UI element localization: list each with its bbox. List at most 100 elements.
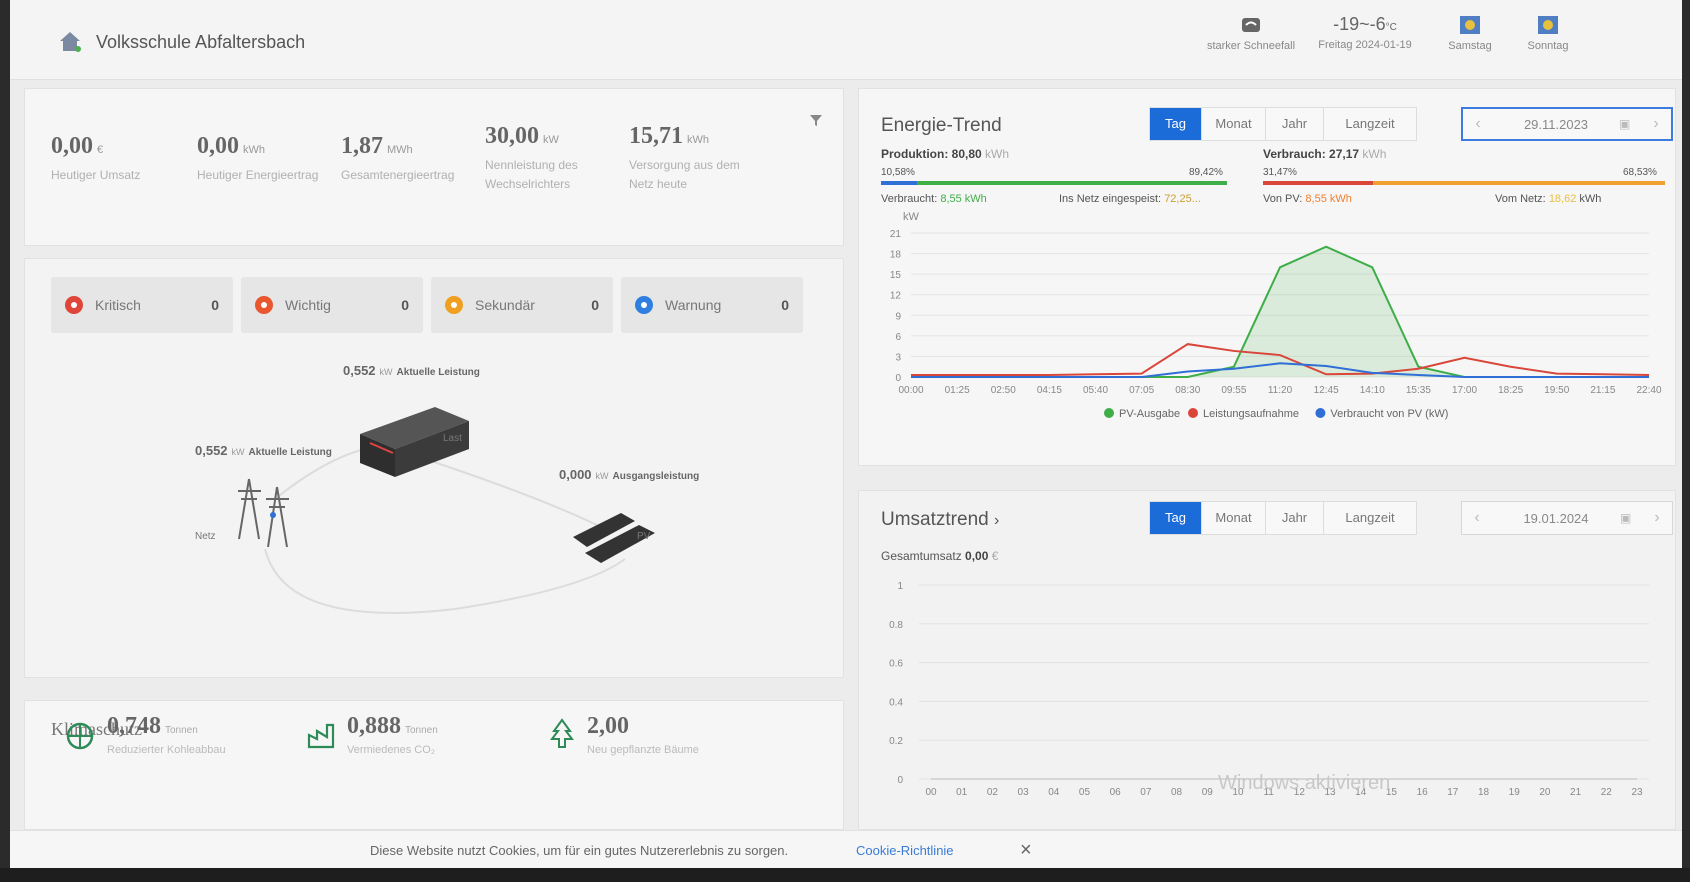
production-value: 80,80 xyxy=(951,147,982,161)
from-pv-value: 8,55 kWh xyxy=(1305,193,1352,205)
pv-power-caption: Ausgangsleistung xyxy=(612,471,700,482)
x-tick-label: 14:10 xyxy=(1360,385,1385,396)
tab-month[interactable]: Monat xyxy=(1202,108,1266,140)
x-tick-label: 17:00 xyxy=(1452,385,1477,396)
from-grid-label: Vom Netz: xyxy=(1495,193,1546,205)
prev-date-icon[interactable]: ‹ xyxy=(1463,115,1493,133)
from-grid-stat: Vom Netz: 18,62 kWh xyxy=(1495,193,1601,205)
climate-panel: Klimaschutz 0,748 Tonnen Reduzierter Kohl… xyxy=(24,700,844,830)
chevron-right-icon: › xyxy=(993,512,1000,529)
prev-date-icon[interactable]: ‹ xyxy=(1462,509,1492,527)
revenue-period-tabs: Tag Monat Jahr Langzeit xyxy=(1149,501,1417,535)
revenue-total-value: 0,00 xyxy=(965,549,989,563)
date-label: Freitag 2024-01-19 xyxy=(1318,39,1412,51)
consumption-bar-grid xyxy=(1373,181,1665,185)
cookie-banner: Diese Website nutzt Cookies, um für ein … xyxy=(10,830,1682,868)
cookie-text: Diese Website nutzt Cookies, um für ein … xyxy=(370,843,789,858)
x-tick-label: 05 xyxy=(1079,787,1091,798)
consumption-value: 27,17 xyxy=(1329,147,1360,161)
snow-cloud-icon xyxy=(1242,18,1260,32)
y-tick-label: 0.2 xyxy=(889,736,903,747)
x-tick-label: 17 xyxy=(1447,787,1459,798)
x-tick-label: 19 xyxy=(1509,787,1521,798)
revenue-trend-title[interactable]: Umsatztrend › xyxy=(881,509,999,531)
sun-icon xyxy=(1538,16,1558,34)
forecast-saturday: Samstag xyxy=(1440,14,1500,52)
x-tick-label: 00:00 xyxy=(898,385,923,396)
calendar-icon[interactable]: ▣ xyxy=(1619,117,1641,131)
legend-marker xyxy=(1315,408,1326,418)
tree-icon xyxy=(550,718,574,748)
kpi-label: Versorgung aus dem Netz heute xyxy=(629,158,740,191)
tab-day[interactable]: Tag xyxy=(1150,502,1202,534)
tab-year[interactable]: Jahr xyxy=(1266,108,1324,140)
sun-icon xyxy=(1460,16,1480,34)
load-label: Last xyxy=(443,433,462,444)
revenue-date-picker[interactable]: ‹ 19.01.2024 ▣ › xyxy=(1461,501,1673,535)
x-tick-label: 04 xyxy=(1048,787,1060,798)
filter-icon[interactable] xyxy=(809,113,823,127)
y-tick-label: 0.4 xyxy=(889,697,903,708)
cookie-policy-link[interactable]: Cookie-Richtlinie xyxy=(856,843,954,858)
y-tick-label: 0 xyxy=(895,373,901,384)
close-icon[interactable]: × xyxy=(1020,839,1032,862)
next-date-icon[interactable]: › xyxy=(1642,509,1672,527)
y-tick-label: 21 xyxy=(890,229,902,240)
energy-date-picker[interactable]: ‹ 29.11.2023 ▣ › xyxy=(1461,107,1673,141)
kpi-panel: 0,00 € Heutiger Umsatz 0,00 kWh Heutiger E… xyxy=(24,88,844,246)
x-tick-label: 06 xyxy=(1110,787,1122,798)
kpi-label: Heutiger Energieertrag xyxy=(197,168,319,182)
temp-unit: °C xyxy=(1385,22,1397,33)
legend-label: PV-Ausgabe xyxy=(1119,408,1180,420)
x-tick-label: 02 xyxy=(987,787,999,798)
tab-month[interactable]: Monat xyxy=(1202,502,1266,534)
tab-longterm[interactable]: Langzeit xyxy=(1324,108,1416,140)
kpi-unit: € xyxy=(97,144,104,156)
kpi-value: 30,00 xyxy=(485,123,539,149)
globe-icon xyxy=(66,722,94,750)
y-tick-label: 9 xyxy=(895,311,901,322)
from-grid-unit: kWh xyxy=(1579,193,1602,205)
legend-label: Verbraucht von PV (kW) xyxy=(1330,408,1448,420)
from-pv-label: Von PV: xyxy=(1263,193,1303,205)
legend-label: Leistungsaufnahme xyxy=(1203,408,1299,420)
next-date-icon[interactable]: › xyxy=(1641,115,1671,133)
from-grid-value: 18,62 xyxy=(1548,193,1577,205)
x-tick-label: 12:45 xyxy=(1314,385,1339,396)
production-bar-feed xyxy=(917,181,1227,185)
legend-marker xyxy=(1188,408,1198,418)
tab-longterm[interactable]: Langzeit xyxy=(1324,502,1416,534)
weather-current: starker Schneefall xyxy=(1196,14,1306,52)
tab-year[interactable]: Jahr xyxy=(1266,502,1324,534)
factory-icon xyxy=(307,723,335,749)
energy-trend-chart: 0 3 6 9 12 15 18 21 00:00 01:25 02:50 04:15 05:40 07:… xyxy=(890,229,1662,420)
climate-trees: 2,00 Neu gepflanzte Bäume xyxy=(587,713,699,756)
y-tick-label: 0.8 xyxy=(889,620,903,631)
x-tick-label: 21 xyxy=(1570,787,1582,798)
legend-marker xyxy=(1104,408,1114,418)
y-tick-label: 6 xyxy=(895,332,901,343)
climate-coal: 0,748 Tonnen Reduzierter Kohleabbau xyxy=(107,713,226,756)
x-tick-label: 05:40 xyxy=(1083,385,1108,396)
feed-in-value: 72,25... xyxy=(1164,193,1201,205)
windows-activation-watermark: Windows aktivieren xyxy=(1218,772,1391,794)
forecast-sunday-label: Sonntag xyxy=(1527,40,1569,52)
tab-day[interactable]: Tag xyxy=(1150,108,1202,140)
revenue-date: 19.01.2024 xyxy=(1523,510,1589,526)
x-tick-label: 03 xyxy=(1018,787,1030,798)
x-tick-label: 00 xyxy=(925,787,937,798)
top-header: Volksschule Abfaltersbach starker Schnee… xyxy=(10,0,1682,80)
climate-unit: Tonnen xyxy=(405,725,438,736)
climate-label: Neu gepflanzte Bäume xyxy=(587,744,699,756)
pv-name-label: PV xyxy=(637,531,651,542)
kpi-label: Gesamtenergieertrag xyxy=(341,168,455,182)
home-icon[interactable] xyxy=(56,28,84,54)
grid-power-caption: Aktuelle Leistung xyxy=(248,447,332,458)
y-tick-label: 18 xyxy=(890,250,902,261)
from-pv-stat: Von PV: 8,55 kWh xyxy=(1263,193,1352,205)
kpi-value: 15,71 xyxy=(629,123,683,149)
consumption-bar-pv xyxy=(1263,181,1373,185)
x-tick-label: 08 xyxy=(1171,787,1183,798)
revenue-trend-title-text: Umsatztrend xyxy=(881,509,989,530)
calendar-icon[interactable]: ▣ xyxy=(1620,511,1642,525)
